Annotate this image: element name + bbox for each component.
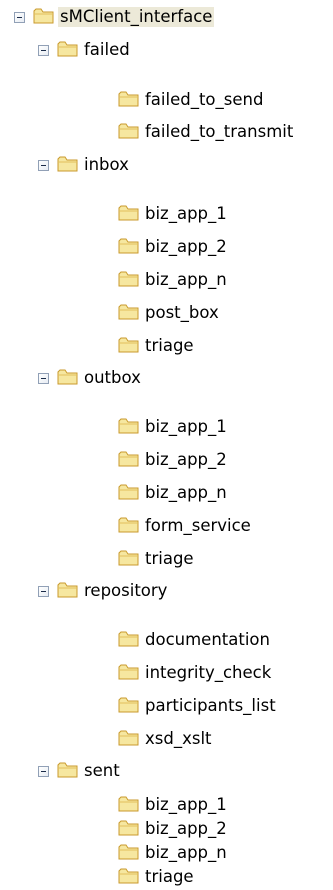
- folder-icon: [118, 631, 139, 647]
- collapse-toggle-icon[interactable]: [14, 12, 25, 23]
- tree-node-label[interactable]: biz_app_1: [143, 795, 229, 815]
- tree-node-label[interactable]: biz_app_2: [143, 450, 229, 470]
- collapse-toggle-icon[interactable]: [38, 45, 49, 56]
- folder-icon: [57, 762, 78, 778]
- folder-icon: [118, 517, 139, 533]
- folder-icon: [57, 156, 78, 172]
- folder-icon: [57, 369, 78, 385]
- folder-icon: [57, 582, 78, 598]
- tree-node-label[interactable]: failed_to_transmit: [143, 122, 295, 142]
- tree-node-label[interactable]: triage: [143, 549, 196, 569]
- tree-node-label[interactable]: inbox: [82, 155, 131, 175]
- folder-icon: [118, 271, 139, 287]
- folder-icon: [118, 550, 139, 566]
- folder-icon: [118, 697, 139, 713]
- folder-icon: [118, 238, 139, 254]
- folder-icon: [118, 484, 139, 500]
- tree-node-label[interactable]: biz_app_n: [143, 483, 229, 503]
- tree-node-label[interactable]: triage: [143, 867, 196, 887]
- tree-node-label[interactable]: failed_to_send: [143, 90, 265, 110]
- folder-icon: [118, 451, 139, 467]
- folder-icon: [57, 41, 78, 57]
- folder-icon: [118, 796, 139, 812]
- tree-node-label[interactable]: sMClient_interface: [58, 7, 215, 27]
- folder-icon: [118, 304, 139, 320]
- tree-node-label[interactable]: documentation: [143, 630, 272, 650]
- folder-icon: [118, 418, 139, 434]
- folder-icon: [118, 664, 139, 680]
- tree-node-label[interactable]: triage: [143, 336, 196, 356]
- folder-tree: sMClient_interface failed failed_to_send…: [0, 0, 333, 890]
- folder-icon: [33, 8, 54, 24]
- tree-node-label[interactable]: biz_app_n: [143, 270, 229, 290]
- tree-node-label[interactable]: biz_app_2: [143, 237, 229, 257]
- collapse-toggle-icon[interactable]: [38, 373, 49, 384]
- folder-icon: [118, 820, 139, 836]
- collapse-toggle-icon[interactable]: [38, 160, 49, 171]
- folder-icon: [118, 123, 139, 139]
- tree-node-label[interactable]: sent: [82, 761, 122, 781]
- folder-icon: [118, 91, 139, 107]
- tree-node-label[interactable]: repository: [82, 581, 169, 601]
- tree-node-label[interactable]: biz_app_1: [143, 204, 229, 224]
- tree-node-label[interactable]: biz_app_n: [143, 843, 229, 863]
- collapse-toggle-icon[interactable]: [38, 766, 49, 777]
- tree-node-label[interactable]: biz_app_1: [143, 417, 229, 437]
- folder-icon: [118, 337, 139, 353]
- tree-node-label[interactable]: failed: [82, 40, 132, 60]
- tree-node-label[interactable]: post_box: [143, 303, 221, 323]
- tree-node-label[interactable]: outbox: [82, 368, 143, 388]
- tree-node-label[interactable]: biz_app_2: [143, 819, 229, 839]
- folder-icon: [118, 730, 139, 746]
- tree-node-label[interactable]: integrity_check: [143, 663, 273, 683]
- tree-node-label[interactable]: form_service: [143, 516, 253, 536]
- tree-node-label[interactable]: participants_list: [143, 696, 278, 716]
- folder-icon: [118, 868, 139, 884]
- tree-node-label[interactable]: xsd_xslt: [143, 729, 214, 749]
- folder-icon: [118, 844, 139, 860]
- collapse-toggle-icon[interactable]: [38, 586, 49, 597]
- folder-icon: [118, 205, 139, 221]
